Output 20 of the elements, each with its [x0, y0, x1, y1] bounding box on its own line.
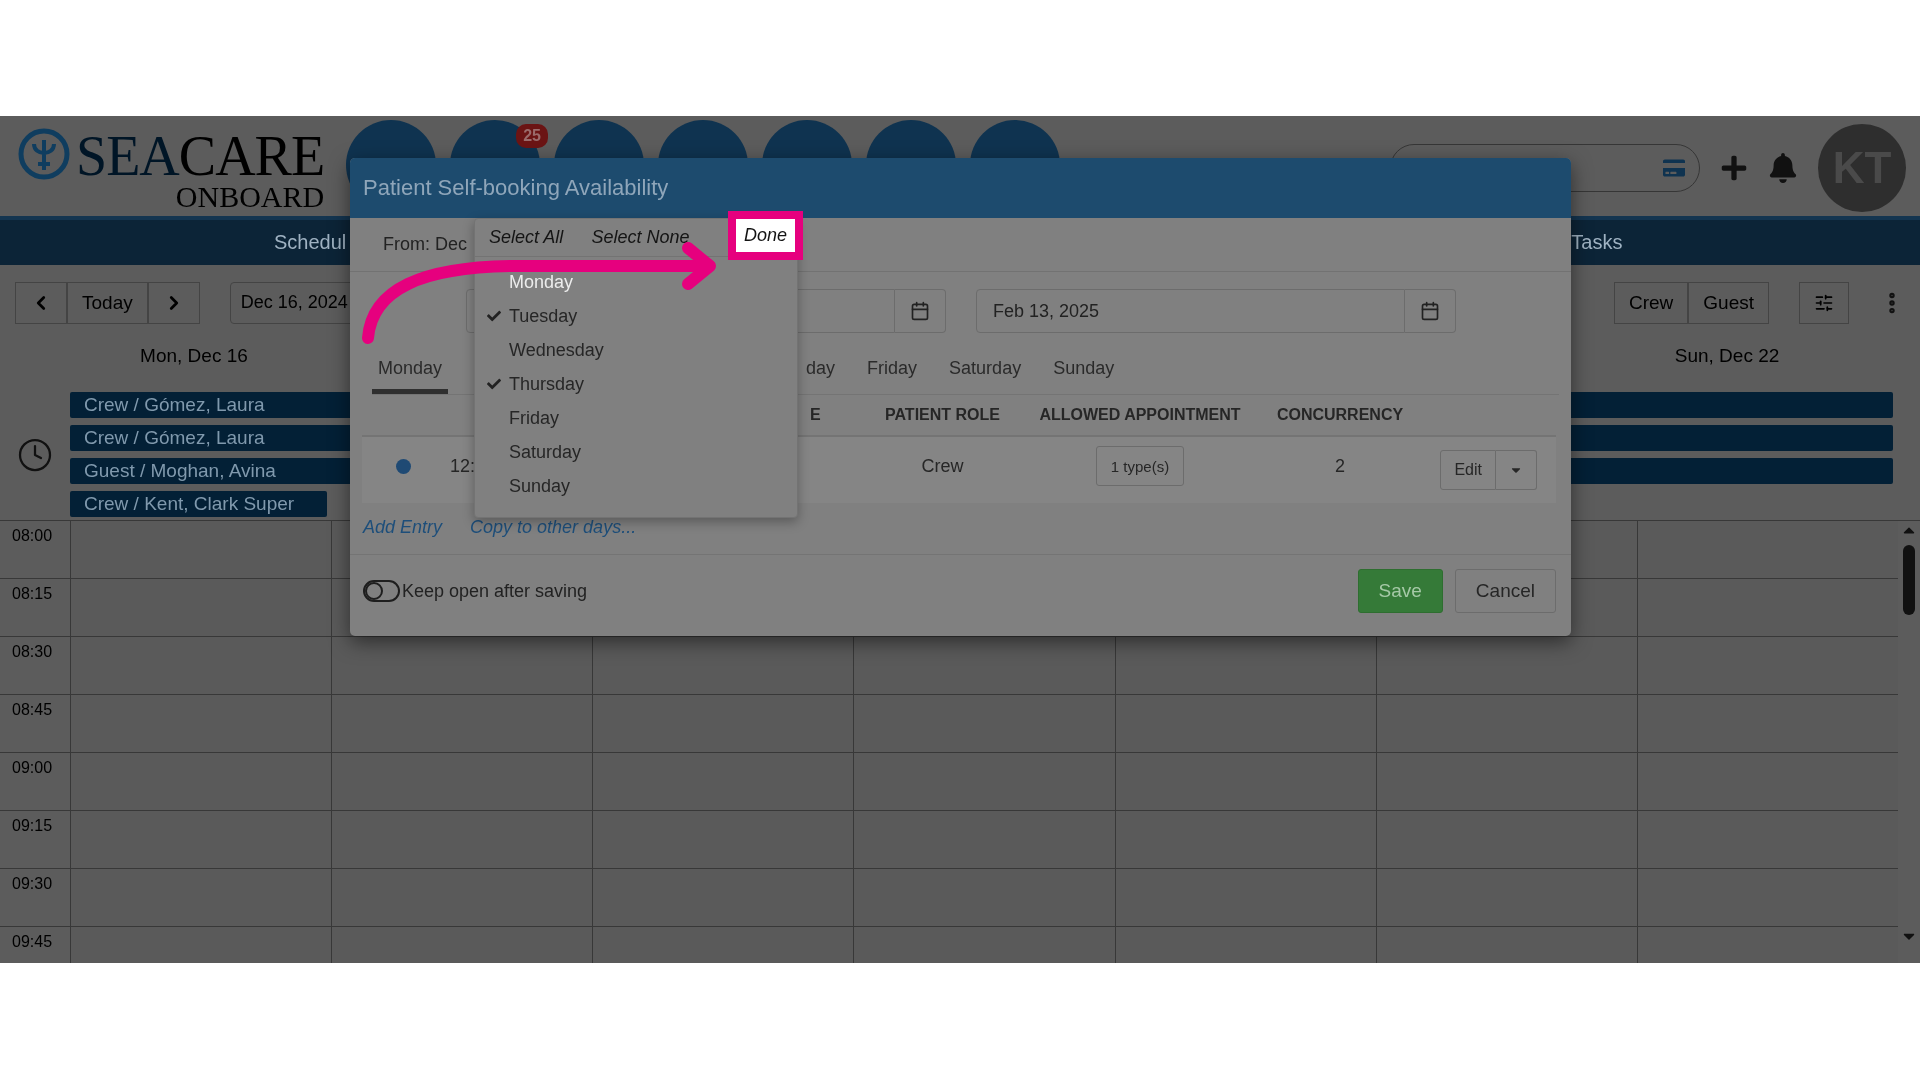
logo-subtitle: ONBOARD	[175, 182, 325, 212]
time-label: 09:45	[0, 927, 70, 963]
logo-text: CARE	[178, 128, 325, 184]
table-cell: 2	[1335, 455, 1345, 477]
logo-text: SEA	[76, 128, 179, 184]
time-label: 08:15	[0, 579, 70, 637]
from-label: From: Dec	[383, 234, 467, 255]
time-label: 08:30	[0, 637, 70, 695]
day-header: Mon, Dec 16	[139, 345, 249, 367]
dialog-title: Patient Self-booking Availability	[350, 158, 1571, 218]
time-label: 09:00	[0, 753, 70, 811]
time-label: 08:45	[0, 695, 70, 753]
table-cell: Crew	[921, 455, 964, 477]
table-cell: 12:	[450, 455, 476, 477]
time-label: 09:15	[0, 811, 70, 869]
time-label: 08:00	[0, 521, 70, 579]
day-header: Sun, Dec 22	[1673, 345, 1781, 367]
notification-badge: 25	[516, 124, 548, 148]
time-label: 09:30	[0, 869, 70, 927]
toggle-label: Keep open after saving	[402, 580, 588, 602]
